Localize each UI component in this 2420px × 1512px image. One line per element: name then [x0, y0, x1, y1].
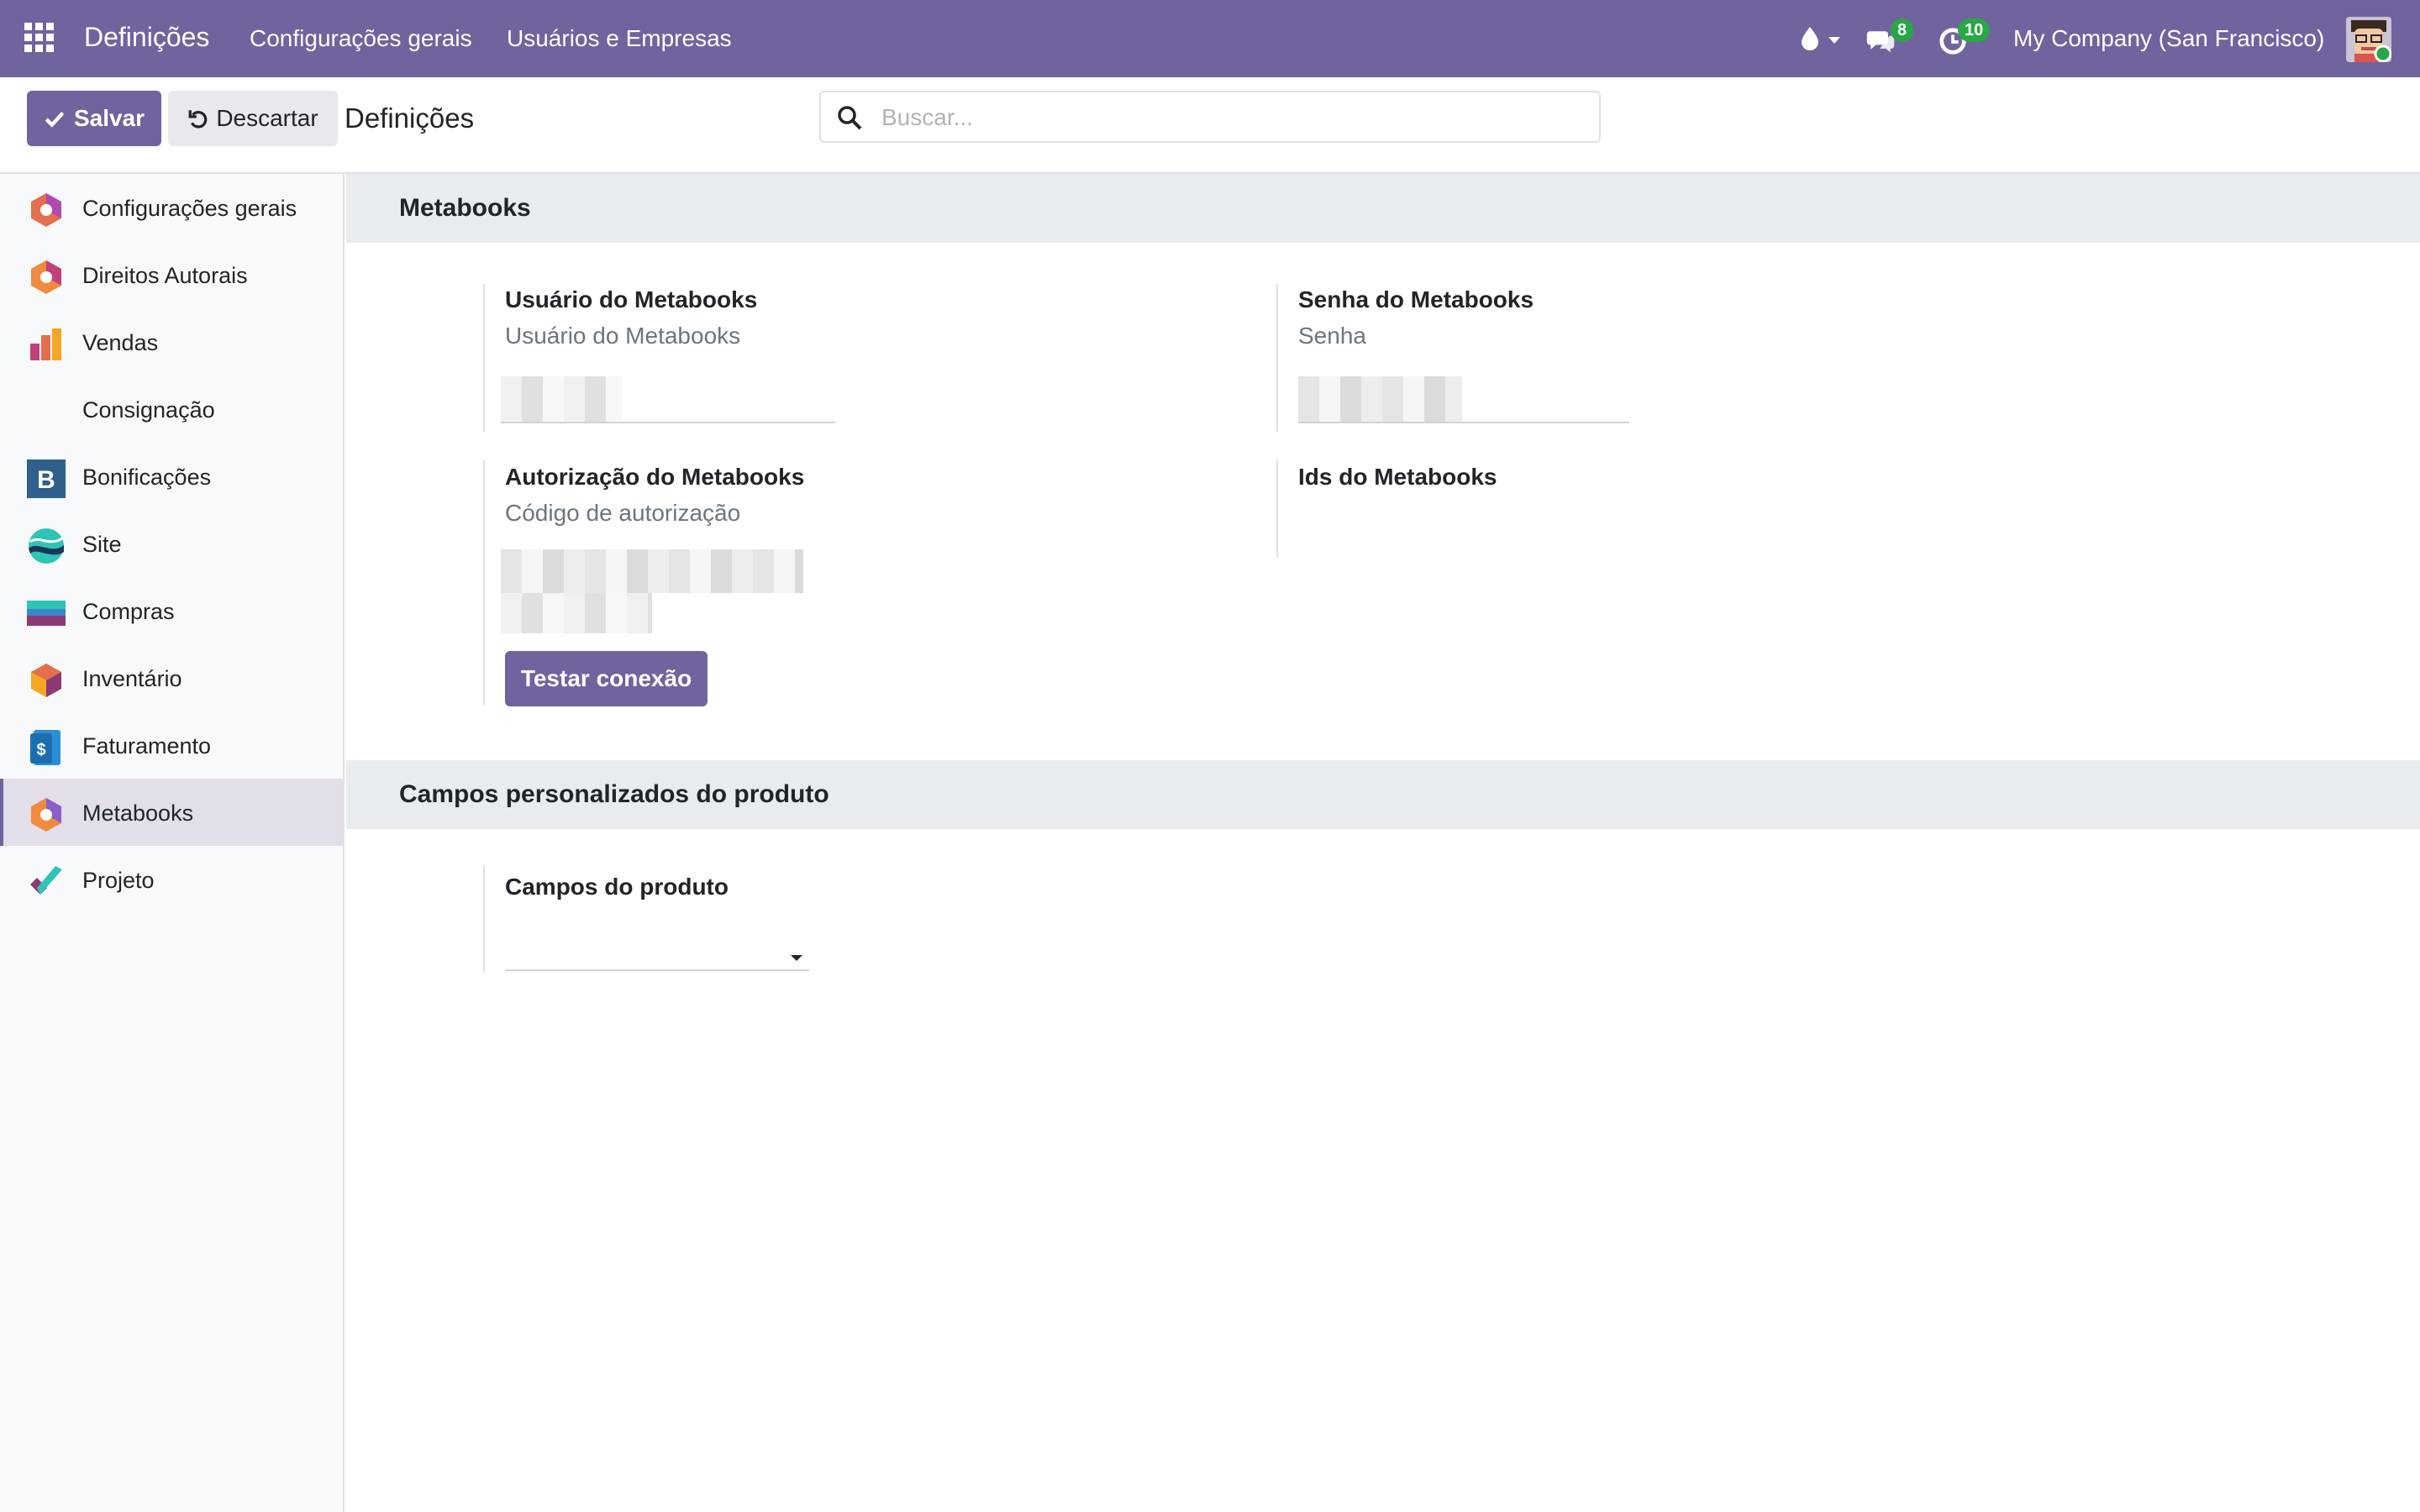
undo-icon	[188, 110, 208, 129]
sidebar-item-consignment[interactable]: Consignação	[0, 375, 343, 443]
website-app-icon	[29, 528, 64, 564]
sidebar-item-label: Projeto	[82, 868, 155, 893]
svg-text:$: $	[36, 741, 45, 759]
setting-divider	[1276, 460, 1278, 558]
save-label: Salvar	[73, 105, 145, 131]
sidebar-item-invoicing[interactable]: $ Faturamento	[0, 711, 343, 779]
section-product-fields-header: Campos personalizados do produto	[346, 760, 2420, 829]
metabooks-ids-label: Ids do Metabooks	[1298, 464, 1497, 490]
settings-sidebar: Configurações gerais Direitos Autorais V…	[0, 174, 345, 1512]
product-fields-select[interactable]	[505, 932, 809, 971]
top-navbar: Definições Configurações gerais Usuários…	[0, 0, 2420, 77]
breadcrumb-title: Definições	[345, 102, 475, 134]
sales-app-icon	[30, 328, 61, 360]
sidebar-item-inventory[interactable]: Inventário	[0, 644, 343, 711]
sidebar-item-general-settings[interactable]: Configurações gerais	[0, 174, 343, 241]
settings-app-icon	[31, 193, 61, 227]
redacted-password-value[interactable]	[1298, 376, 1462, 423]
sidebar-item-website[interactable]: Site	[0, 510, 343, 577]
metabooks-password-field[interactable]	[1298, 422, 1629, 423]
search-input[interactable]	[881, 101, 1587, 134]
metabooks-user-help: Usuário do Metabooks	[505, 323, 741, 349]
sidebar-item-label: Vendas	[82, 330, 159, 355]
purchase-app-icon	[27, 601, 66, 626]
metabooks-user-field[interactable]	[501, 422, 835, 423]
metabooks-auth-label: Autorização do Metabooks	[505, 464, 805, 490]
messages-button[interactable]: 8	[1864, 18, 1921, 59]
menu-users-companies[interactable]: Usuários e Empresas	[507, 25, 732, 52]
section-metabooks-header: Metabooks	[346, 174, 2420, 243]
debug-drop-icon[interactable]	[1797, 22, 1847, 55]
section-title: Metabooks	[399, 194, 531, 222]
redacted-auth-value-line1[interactable]	[501, 549, 803, 593]
discard-button[interactable]: Descartar	[168, 91, 338, 146]
sidebar-item-label: Configurações gerais	[82, 196, 297, 221]
company-switcher[interactable]: My Company (San Francisco)	[2013, 25, 2324, 52]
sidebar-item-purchase[interactable]: Compras	[0, 577, 343, 644]
project-app-icon	[30, 866, 62, 895]
sidebar-item-label: Consignação	[82, 397, 215, 423]
sidebar-item-metabooks[interactable]: Metabooks	[0, 779, 343, 846]
search-bar[interactable]	[819, 91, 1601, 143]
sidebar-item-copyright[interactable]: Direitos Autorais	[0, 241, 343, 308]
sidebar-item-label: Site	[82, 532, 122, 557]
sidebar-item-label: Metabooks	[82, 801, 194, 826]
invoicing-app-icon: $	[30, 730, 60, 765]
sidebar-item-sales[interactable]: Vendas	[0, 308, 343, 375]
metabooks-password-help: Senha	[1298, 323, 1366, 349]
sidebar-item-project[interactable]: Projeto	[0, 846, 343, 913]
sidebar-item-label: Inventário	[82, 666, 182, 691]
user-avatar[interactable]	[2346, 17, 2391, 62]
search-icon	[838, 106, 862, 130]
chat-count-badge: 8	[1891, 18, 1914, 42]
activity-count-badge: 10	[1958, 18, 1991, 42]
test-connection-button[interactable]: Testar conexão	[505, 651, 708, 706]
save-button[interactable]: Salvar	[27, 91, 161, 146]
apps-grid-icon[interactable]	[24, 23, 55, 53]
section-title: Campos personalizados do produto	[399, 780, 829, 808]
product-fields-label: Campos do produto	[505, 874, 729, 900]
setting-divider	[483, 865, 485, 973]
control-panel: Salvar Descartar Definições	[0, 77, 2420, 174]
caret-down-icon	[791, 955, 802, 961]
copyright-app-icon	[31, 260, 61, 294]
menu-general-settings[interactable]: Configurações gerais	[250, 25, 472, 52]
metabooks-app-icon	[31, 798, 61, 832]
redacted-user-value[interactable]	[501, 376, 622, 423]
sidebar-item-label: Compras	[82, 599, 175, 624]
svg-text:B: B	[37, 466, 55, 494]
check-icon	[45, 112, 65, 128]
sidebar-item-label: Direitos Autorais	[82, 263, 248, 288]
bonus-app-icon: B	[27, 459, 66, 498]
sidebar-item-label: Bonificações	[82, 465, 212, 490]
discard-label: Descartar	[216, 105, 318, 131]
setting-divider	[1276, 284, 1278, 432]
metabooks-auth-help: Código de autorização	[505, 500, 741, 526]
metabooks-password-label: Senha do Metabooks	[1298, 286, 1534, 312]
sidebar-item-bonus[interactable]: B Bonificações	[0, 443, 343, 510]
metabooks-user-label: Usuário do Metabooks	[505, 286, 758, 312]
activities-button[interactable]: 10	[1938, 18, 2002, 59]
sidebar-item-label: Faturamento	[82, 733, 212, 759]
inventory-app-icon	[31, 664, 61, 697]
setting-divider	[483, 460, 485, 706]
app-title[interactable]: Definições	[84, 22, 209, 53]
redacted-auth-value-line2[interactable]	[501, 593, 652, 633]
setting-divider	[483, 284, 485, 432]
